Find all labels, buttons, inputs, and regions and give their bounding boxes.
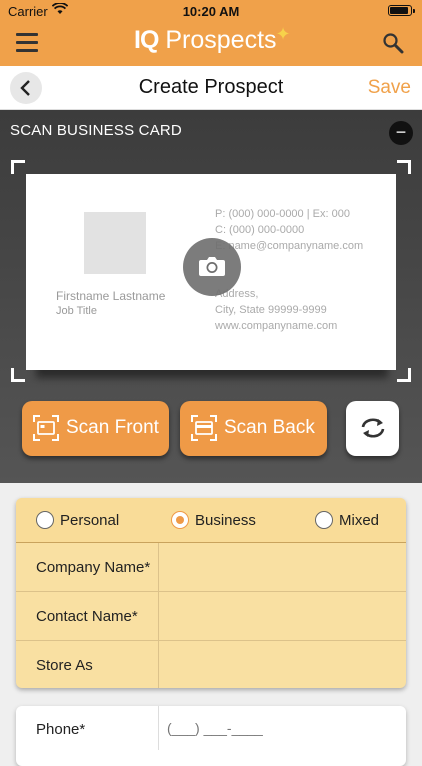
company-name-field[interactable] [158,543,406,591]
battery-icon [388,5,415,16]
phone-field[interactable] [158,706,406,750]
scan-back-button[interactable]: Scan Back [180,401,327,456]
company-name-row: Company Name* [16,543,406,592]
search-icon[interactable] [382,32,404,54]
rotate-arrows-icon [361,418,385,438]
contact-name-row: Contact Name* [16,592,406,641]
radio-personal-label: Personal [60,512,120,529]
frame-corner-bottom-right [397,368,411,382]
app-logo: IQ Prospects ✦ [134,24,291,54]
swap-sides-button[interactable] [346,401,399,456]
card-phone: P: (000) 000-0000 | Ex: 000 [215,208,350,220]
camera-button[interactable] [183,238,241,296]
card-job-title: Job Title [56,305,97,317]
clock-label: 10:20 AM [182,4,240,19]
store-as-field[interactable] [158,641,406,688]
phone-section: Phone* [16,706,406,766]
page-title: Create Prospect [138,76,284,98]
scan-section-heading: SCAN BUSINESS CARD [10,122,182,139]
status-bar: Carrier 10:20 AM [0,0,422,22]
card-website: www.companyname.com [215,320,338,332]
frame-corner-bottom-left [11,368,25,382]
radio-mixed-label: Mixed [339,512,380,529]
hamburger-menu-icon[interactable] [16,33,38,53]
radio-personal[interactable]: Personal [36,510,156,532]
card-cell: C: (000) 000-0000 [215,224,305,236]
radio-dot-selected [171,511,189,529]
app-header: IQ Prospects ✦ [0,22,422,66]
card-city: City, State 99999-9999 [215,304,327,316]
store-as-label: Store As [36,657,93,674]
scan-business-card-section: SCAN BUSINESS CARD − Firstname Lastname … [0,110,422,483]
contact-name-label: Contact Name* [36,608,138,625]
scan-front-label: Scan Front [66,417,159,438]
prospect-type-selector: Personal Business Mixed [16,498,406,543]
contact-name-field[interactable] [158,592,406,640]
frame-corner-top-left [11,160,25,174]
collapse-button[interactable]: − [389,121,413,145]
phone-label: Phone* [36,721,86,738]
radio-business[interactable]: Business [171,510,291,532]
card-email: E: name@companyname.com [215,240,364,252]
radio-business-label: Business [195,512,256,529]
prospect-form: Personal Business Mixed Company Name* Co… [16,498,406,688]
navigation-bar: Create Prospect Save [0,66,422,110]
scan-back-label: Scan Back [224,417,315,438]
frame-corner-top-right [397,160,411,174]
scan-back-icon [191,415,217,441]
company-name-label: Company Name* [36,559,151,576]
camera-icon [199,257,225,276]
save-button[interactable]: Save [368,77,411,99]
card-name: Firstname Lastname [56,289,166,303]
radio-dot [315,511,333,529]
store-as-row: Store As [16,641,406,688]
scan-front-icon [33,415,59,441]
radio-mixed[interactable]: Mixed [315,510,395,532]
card-photo-placeholder [84,212,146,274]
sparkle-icon: ✦ [275,24,291,44]
radio-dot [36,511,54,529]
business-card-preview[interactable]: Firstname Lastname Job Title P: (000) 00… [26,174,396,370]
scan-front-button[interactable]: Scan Front [22,401,169,456]
